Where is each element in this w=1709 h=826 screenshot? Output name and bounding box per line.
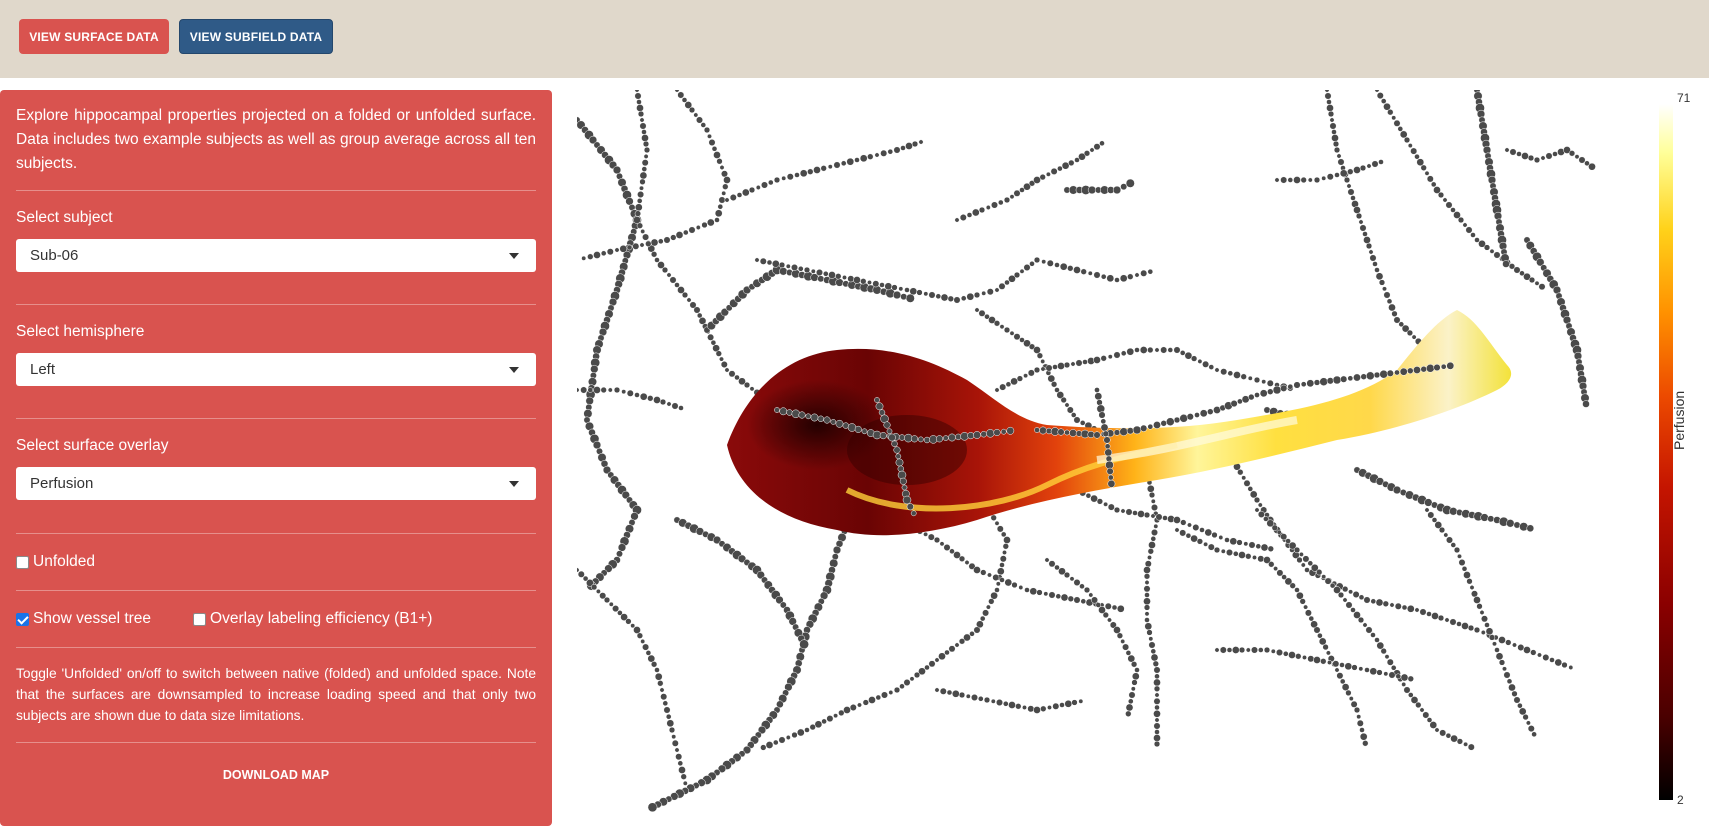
unfolded-checkbox[interactable] <box>16 555 29 569</box>
hemisphere-label: Select hemisphere <box>16 323 145 340</box>
divider <box>16 742 536 743</box>
colorbar <box>1659 104 1673 800</box>
colorbar-max: 71 <box>1677 91 1691 105</box>
hippocampal-surface <box>727 310 1512 536</box>
divider <box>16 647 536 648</box>
control-panel: Explore hippocampal properties projected… <box>0 90 552 826</box>
overlay-efficiency-checkbox[interactable] <box>193 612 207 626</box>
download-map-button[interactable]: DOWNLOAD MAP <box>16 768 536 782</box>
subject-select-value: Sub-06 <box>30 247 79 264</box>
show-vessel-tree-checkbox[interactable] <box>16 612 29 626</box>
divider <box>16 190 536 191</box>
divider <box>16 533 536 534</box>
unfolded-label: Unfolded <box>33 553 96 570</box>
view-surface-data-button[interactable]: VIEW SURFACE DATA <box>19 19 169 54</box>
colorbar-title: Perfusion <box>1671 390 1687 450</box>
vessel-options-row: Show vessel tree Overlay labeling effici… <box>16 610 536 628</box>
surface-plot[interactable] <box>577 90 1627 815</box>
overlay-select-value: Perfusion <box>30 475 94 492</box>
hemisphere-select[interactable]: Left <box>16 353 536 386</box>
view-subfield-data-button[interactable]: VIEW SUBFIELD DATA <box>179 19 333 54</box>
chevron-down-icon <box>509 367 519 373</box>
show-vessel-tree-label: Show vessel tree <box>33 610 152 627</box>
subject-label: Select subject <box>16 209 113 226</box>
hemisphere-select-value: Left <box>30 361 56 378</box>
intro-text: Explore hippocampal properties projected… <box>16 107 536 172</box>
help-note: Toggle 'Unfolded' on/off to switch betwe… <box>16 666 536 723</box>
divider <box>16 304 536 305</box>
overlay-label: Select surface overlay <box>16 437 169 454</box>
chevron-down-icon <box>509 481 519 487</box>
subject-select[interactable]: Sub-06 <box>16 239 536 272</box>
chevron-down-icon <box>509 253 519 259</box>
overlay-efficiency-label: Overlay labeling efficiency (B1+) <box>210 610 433 627</box>
divider <box>16 590 536 591</box>
colorbar-min: 2 <box>1677 793 1684 807</box>
unfolded-row: Unfolded <box>16 553 536 571</box>
overlay-select[interactable]: Perfusion <box>16 467 536 500</box>
top-toolbar: VIEW SURFACE DATA VIEW SUBFIELD DATA <box>0 0 1709 78</box>
divider <box>16 418 536 419</box>
